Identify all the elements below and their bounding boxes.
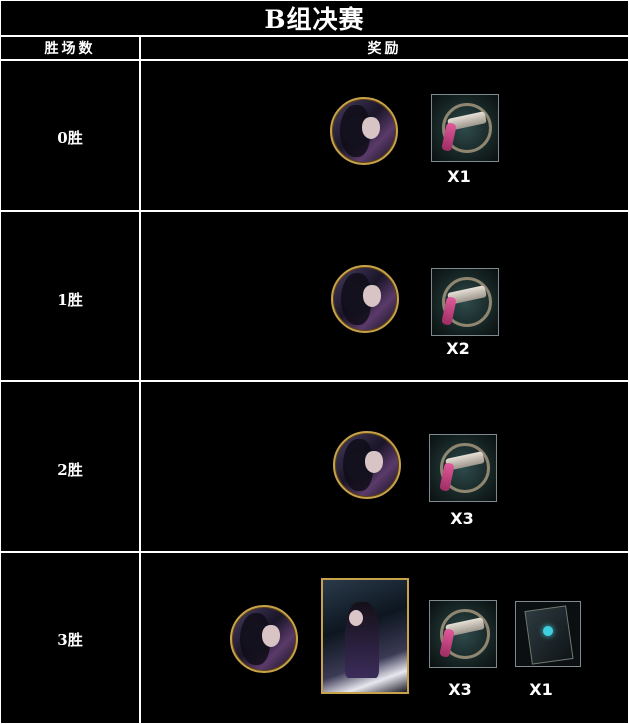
- character-avatar-icon: [230, 605, 298, 673]
- character-avatar-icon: [333, 431, 401, 499]
- character-avatar-icon: [331, 265, 399, 333]
- divider: [1, 210, 628, 212]
- column-divider: [139, 37, 141, 723]
- header-rewards: 奖励: [367, 41, 402, 57]
- divider: [1, 551, 628, 553]
- page-title: B组决赛: [264, 5, 365, 34]
- item-quantity: X1: [529, 680, 553, 699]
- character-avatar-icon: [330, 97, 398, 165]
- item-quantity: X3: [448, 680, 472, 699]
- row-label: 3胜: [57, 631, 83, 649]
- reward-table: B组决赛 胜场数 奖励 0胜 X1 1胜 X2 2胜 X3 3胜 X3 X1: [0, 0, 629, 724]
- pistol-item-icon: [429, 434, 497, 502]
- pistol-item-icon: [429, 600, 497, 668]
- divider: [1, 380, 628, 382]
- row-label: 2胜: [57, 461, 83, 479]
- item-quantity: X1: [447, 167, 471, 186]
- divider: [1, 35, 628, 37]
- pistol-item-icon: [431, 94, 499, 162]
- card-back-item-icon: [515, 601, 581, 667]
- item-quantity: X3: [450, 509, 474, 528]
- row-label: 1胜: [57, 291, 83, 309]
- row-label: 0胜: [57, 129, 83, 147]
- item-quantity: X2: [446, 339, 470, 358]
- character-card-icon: [321, 578, 409, 694]
- pistol-item-icon: [431, 268, 499, 336]
- header-wins: 胜场数: [44, 41, 96, 57]
